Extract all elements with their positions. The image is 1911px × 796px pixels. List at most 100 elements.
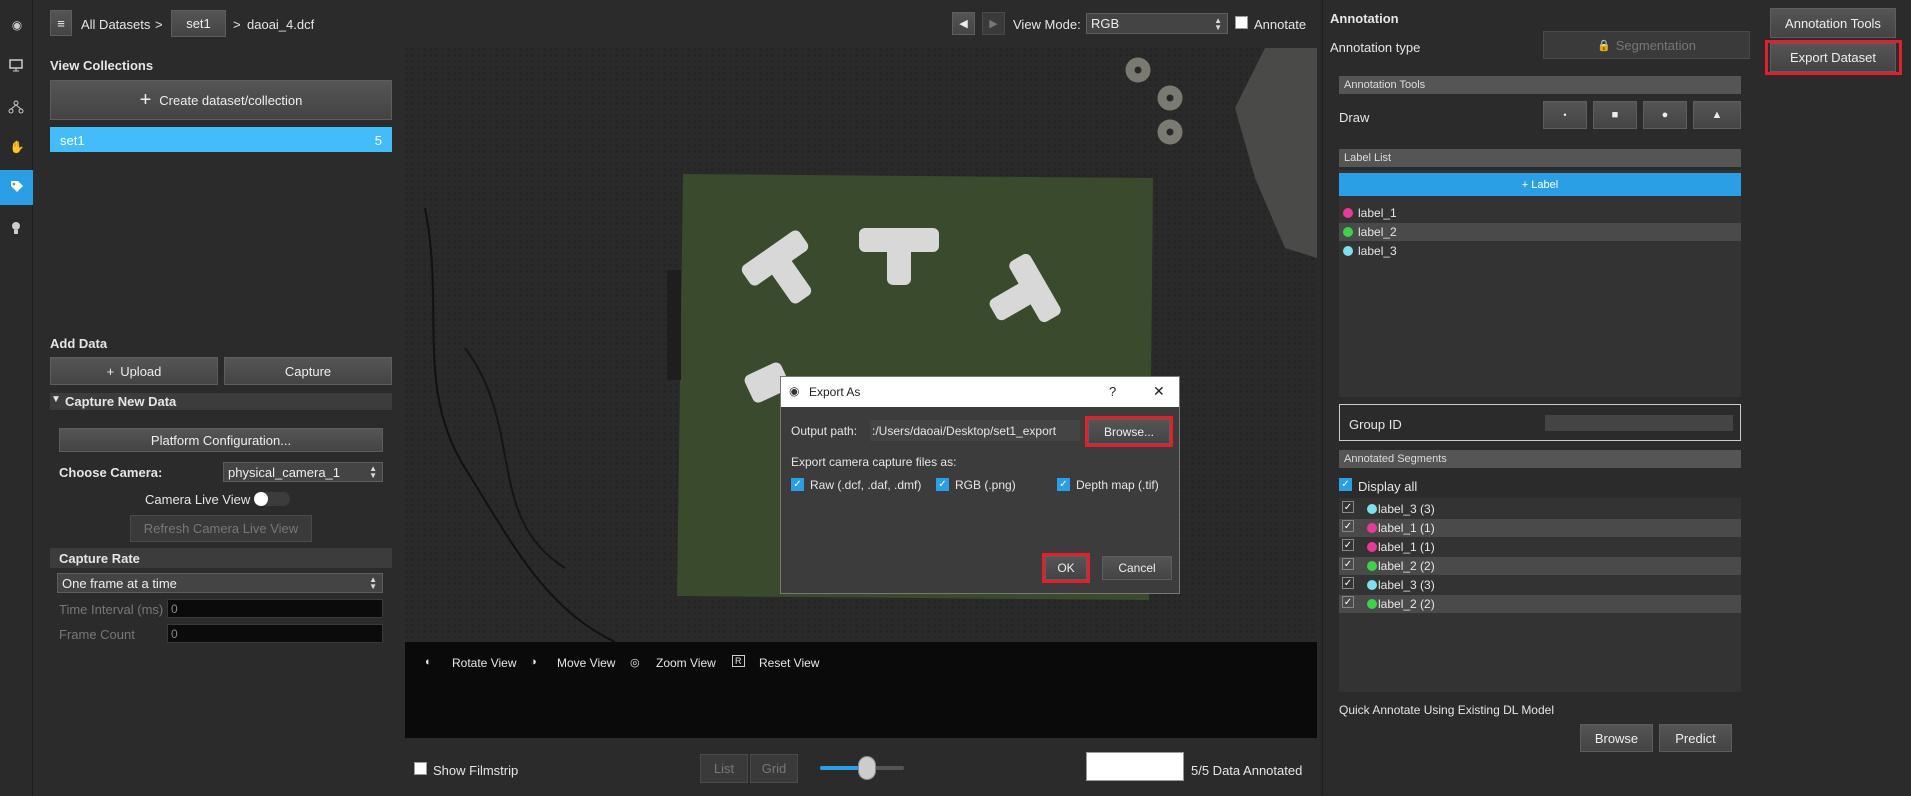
menu-button[interactable]: ≡ — [50, 10, 72, 36]
show-filmstrip-checkbox[interactable] — [414, 762, 427, 775]
segment-visibility-checkbox[interactable]: ✓ — [1342, 520, 1354, 532]
group-id-box: Group ID — [1339, 404, 1741, 441]
add-label-button[interactable]: + Label — [1339, 173, 1741, 196]
segmentation-button[interactable]: 🔒 Segmentation — [1543, 31, 1750, 59]
camera-live-toggle[interactable] — [254, 492, 290, 506]
help-icon[interactable]: ? — [1109, 384, 1116, 399]
raw-checkbox[interactable]: ✓ — [791, 478, 804, 491]
mouse-right-icon: ◑ — [530, 656, 537, 668]
segment-visibility-checkbox[interactable]: ✓ — [1342, 501, 1354, 513]
output-path-input[interactable]: :/Users/daoai/Desktop/set1_export — [870, 420, 1080, 441]
segment-row[interactable]: ✓ label_3 (3) — [1339, 500, 1741, 518]
zoom-slider-handle[interactable] — [858, 756, 876, 780]
segment-name: label_1 (1) — [1378, 540, 1435, 554]
point-icon: • — [1563, 110, 1567, 120]
display-all-checkbox[interactable]: ✓ — [1339, 478, 1352, 491]
grid-view-button[interactable]: Grid — [750, 754, 798, 783]
label-color-dot — [1343, 227, 1353, 237]
draw-label: Draw — [1339, 110, 1370, 125]
rectangle-tool-button[interactable]: ■ — [1593, 101, 1637, 129]
platform-config-button[interactable]: Platform Configuration... — [59, 428, 383, 452]
view-mode-label: View Mode: — [1013, 17, 1081, 32]
move-view-label: Move View — [557, 656, 616, 670]
rgb-checkbox[interactable]: ✓ — [936, 478, 949, 491]
segment-row[interactable]: ✓ label_1 (1) — [1339, 538, 1741, 556]
show-filmstrip-label: Show Filmstrip — [433, 763, 519, 778]
rgb-label: RGB (.png) — [955, 478, 1016, 492]
annotate-checkbox[interactable] — [1235, 16, 1248, 29]
breadcrumb-sep: > — [233, 17, 241, 32]
label-list-item[interactable]: label_2 — [1339, 223, 1741, 241]
annotation-type-label: Annotation type — [1330, 40, 1421, 55]
collection-name: set1 — [60, 133, 85, 148]
time-interval-input[interactable]: 0 — [167, 599, 383, 618]
next-button[interactable]: ▶ — [982, 12, 1005, 35]
view-collections-heading: View Collections — [50, 58, 154, 73]
spin-arrows-icon: ▲ ▼ — [369, 464, 377, 480]
collection-count: 5 — [374, 133, 382, 148]
tag-icon — [9, 179, 25, 198]
camera-value: physical_camera_1 — [228, 464, 341, 480]
segment-row[interactable]: ✓ label_3 (3) — [1339, 576, 1741, 594]
breadcrumb-set[interactable]: set1 — [171, 10, 226, 37]
segmentation-label: Segmentation — [1615, 37, 1696, 53]
annotation-tools-button[interactable]: Annotation Tools — [1770, 8, 1896, 38]
capture-new-data-header[interactable]: ▼ Capture New Data — [50, 393, 392, 410]
frame-count-value: 0 — [171, 626, 178, 641]
segment-color-dot — [1367, 523, 1377, 533]
segment-visibility-checkbox[interactable]: ✓ — [1342, 596, 1354, 608]
capture-rate-label: Capture Rate — [59, 551, 140, 566]
segment-row[interactable]: ✓ label_2 (2) — [1339, 557, 1741, 575]
segment-visibility-checkbox[interactable]: ✓ — [1342, 577, 1354, 589]
model-browse-button[interactable]: Browse — [1580, 724, 1653, 752]
segment-name: label_1 (1) — [1378, 521, 1435, 535]
progress-box — [1086, 752, 1184, 781]
prev-button[interactable]: ◀ — [952, 12, 975, 35]
segment-row[interactable]: ✓ label_2 (2) — [1339, 595, 1741, 613]
camera-select[interactable]: physical_camera_1 ▲ ▼ — [223, 462, 383, 482]
hand-icon[interactable]: ✋ — [8, 140, 26, 156]
data-annotated-label: 5/5 Data Annotated — [1191, 763, 1303, 778]
network-icon[interactable] — [8, 100, 26, 116]
segment-row[interactable]: ✓ label_1 (1) — [1339, 519, 1741, 537]
label-list-item[interactable]: label_3 — [1339, 242, 1741, 260]
point-tool-button[interactable]: • — [1543, 101, 1587, 129]
segment-name: label_3 (3) — [1378, 502, 1435, 516]
view-mode-select[interactable]: RGB ▲ ▼ — [1086, 13, 1228, 34]
polygon-tool-button[interactable]: ▲ — [1693, 101, 1741, 129]
annotation-title: Annotation — [1330, 11, 1399, 26]
circle-tool-button[interactable]: ● — [1643, 101, 1687, 129]
add-data-heading: Add Data — [50, 336, 108, 351]
next-icon: ▶ — [989, 18, 998, 30]
close-icon[interactable]: ✕ — [1153, 383, 1165, 400]
frame-count-input[interactable]: 0 — [167, 624, 383, 643]
breadcrumb-sep: > — [155, 17, 163, 32]
mouse-left-icon: ◐ — [425, 656, 432, 668]
segment-visibility-checkbox[interactable]: ✓ — [1342, 539, 1354, 551]
list-view-button[interactable]: List — [700, 754, 748, 783]
zoom-slider[interactable] — [820, 756, 904, 780]
predict-button[interactable]: Predict — [1659, 724, 1732, 752]
capture-rate-select[interactable]: One frame at a time ▲ ▼ — [57, 573, 383, 593]
collection-item[interactable]: set1 5 — [50, 127, 392, 152]
tag-nav-item[interactable] — [0, 170, 33, 205]
segment-name: label_2 (2) — [1378, 597, 1435, 611]
rectangle-icon: ■ — [1611, 109, 1619, 121]
bulb-icon[interactable] — [9, 220, 23, 239]
frame-count-label: Frame Count — [59, 627, 135, 642]
segment-color-dot — [1367, 561, 1377, 571]
refresh-live-view-button[interactable]: Refresh Camera Live View — [130, 515, 312, 542]
label-list-item[interactable]: label_1 — [1339, 204, 1741, 222]
segment-visibility-checkbox[interactable]: ✓ — [1342, 558, 1354, 570]
group-id-input[interactable] — [1545, 415, 1733, 431]
eye-icon[interactable]: ◉ — [8, 18, 26, 34]
depth-checkbox[interactable]: ✓ — [1057, 478, 1070, 491]
capture-button[interactable]: Capture — [224, 357, 392, 385]
create-collection-button[interactable]: + Create dataset/collection — [50, 80, 392, 120]
prev-icon: ◀ — [959, 18, 968, 30]
monitor-icon[interactable] — [8, 58, 26, 74]
cancel-button[interactable]: Cancel — [1102, 556, 1172, 580]
plus-icon: + — [106, 363, 115, 379]
upload-button[interactable]: + Upload — [50, 357, 218, 385]
breadcrumb-all-datasets[interactable]: All Datasets — [81, 17, 150, 32]
